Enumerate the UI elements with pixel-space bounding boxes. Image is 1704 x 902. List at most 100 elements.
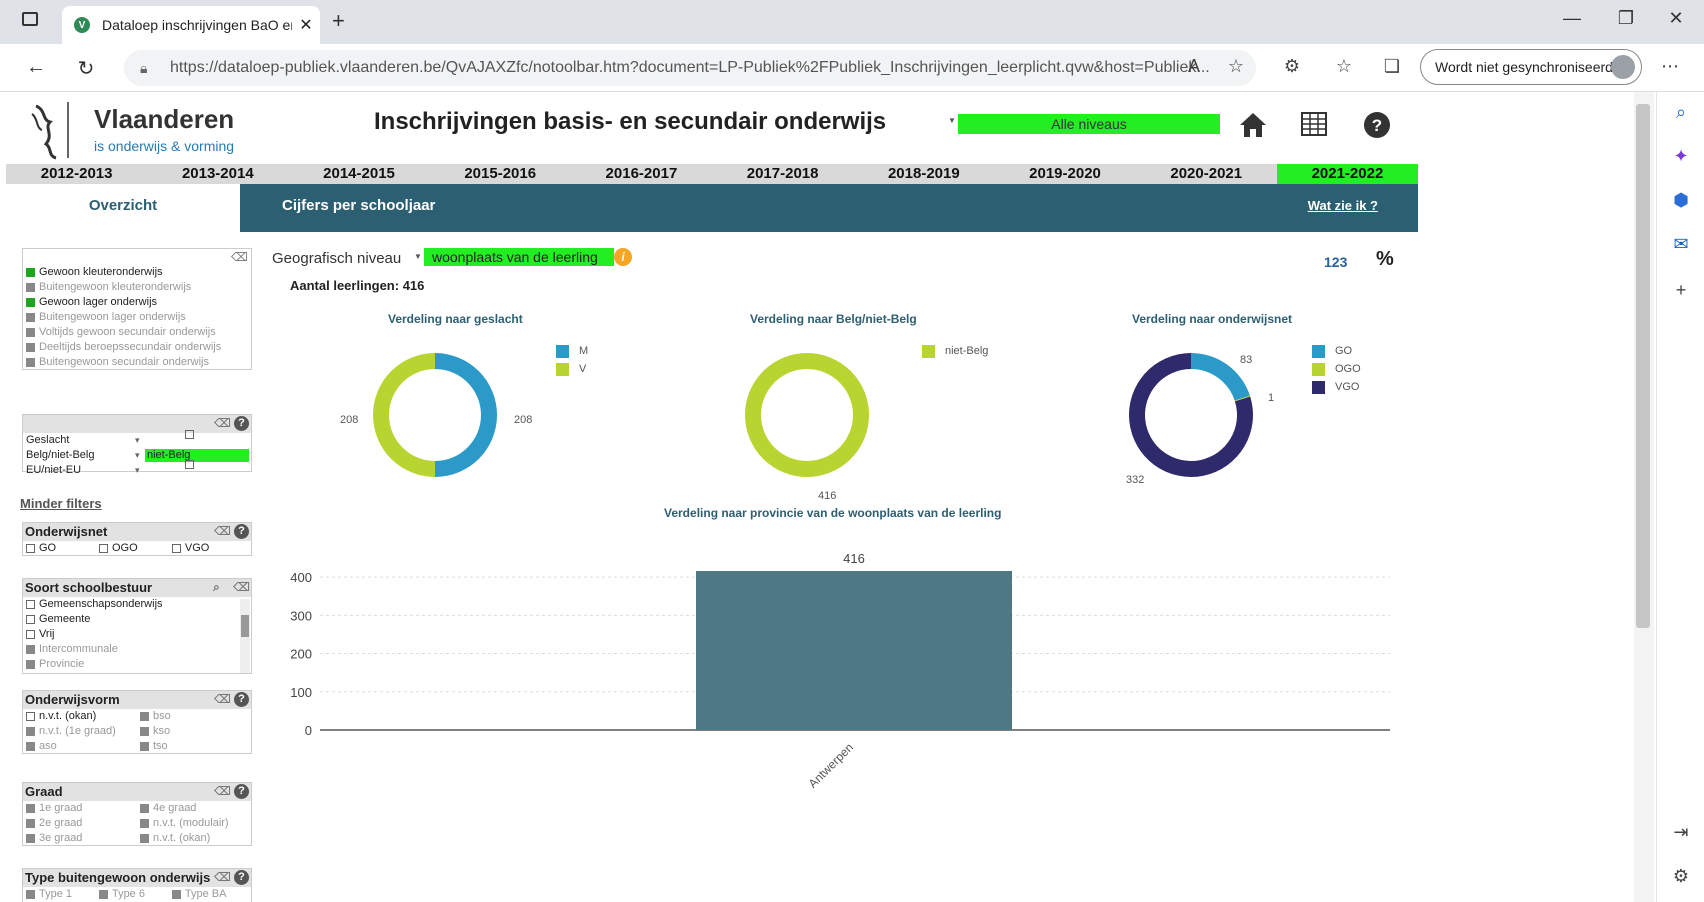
scrollbar-thumb[interactable] xyxy=(1636,104,1650,628)
list-item[interactable]: VGO xyxy=(169,541,242,556)
attribute-value[interactable] xyxy=(145,430,249,447)
help-icon[interactable]: ? xyxy=(234,416,249,431)
list-item[interactable]: Intercommunale xyxy=(23,642,251,657)
favorites-icon[interactable]: ☆ xyxy=(1330,56,1358,77)
list-item[interactable]: Gemeente xyxy=(23,612,251,627)
list-item[interactable]: Type 1 xyxy=(23,887,96,902)
browser-tab[interactable]: V Dataloep inschrijvingen BaO en S ✕ xyxy=(62,6,320,44)
legend-item[interactable]: GO xyxy=(1312,342,1361,360)
favorite-add-icon[interactable]: ☆ xyxy=(1222,56,1250,77)
list-item[interactable]: tso xyxy=(137,739,251,754)
clear-selection-icon[interactable]: ⌫ xyxy=(214,784,231,798)
donut-slice-V[interactable] xyxy=(373,353,435,477)
list-item[interactable]: 3e graad xyxy=(23,831,137,846)
bar-Antwerpen[interactable] xyxy=(696,570,1012,730)
year-tab[interactable]: 2020-2021 xyxy=(1136,164,1277,184)
list-item[interactable]: n.v.t. (okan) xyxy=(137,831,251,846)
search-icon[interactable]: ⌕ xyxy=(213,580,229,594)
checkbox[interactable] xyxy=(140,712,149,721)
checkbox[interactable] xyxy=(140,819,149,828)
checkbox[interactable] xyxy=(26,819,35,828)
legend-item[interactable]: niet-Belg xyxy=(922,342,988,360)
year-tab[interactable]: 2019-2020 xyxy=(994,164,1135,184)
checkbox[interactable] xyxy=(185,460,194,469)
year-tab[interactable]: 2018-2019 xyxy=(853,164,994,184)
outlook-icon[interactable]: ✉ xyxy=(1667,230,1695,258)
checkbox[interactable] xyxy=(26,544,35,553)
checkbox[interactable] xyxy=(171,890,181,899)
donut-slice-niet-Belg[interactable] xyxy=(745,353,869,477)
checkbox[interactable] xyxy=(26,268,35,277)
list-item[interactable]: Type BA xyxy=(169,887,242,902)
niveau-selector[interactable]: Alle niveaus xyxy=(958,114,1220,134)
list-item[interactable]: n.v.t. (modulair) xyxy=(137,816,251,831)
checkbox[interactable] xyxy=(26,283,35,292)
clear-selection-icon[interactable]: ⌫ xyxy=(231,250,248,264)
checkbox[interactable] xyxy=(185,430,194,439)
hide-sidebar-icon[interactable]: ⇥ xyxy=(1667,818,1695,846)
list-item[interactable]: 1e graad xyxy=(23,801,137,816)
list-item[interactable]: kso xyxy=(137,724,251,739)
clear-selection-icon[interactable]: ⌫ xyxy=(214,416,231,430)
year-tab[interactable]: 2017-2018 xyxy=(712,164,853,184)
list-item[interactable]: Gewoon kleuteronderwijs xyxy=(23,265,251,280)
profile-sync-button[interactable]: Wordt niet gesynchroniseerd xyxy=(1420,49,1642,85)
checkbox[interactable] xyxy=(26,600,35,609)
info-icon[interactable]: i xyxy=(614,248,632,266)
help-icon[interactable]: ? xyxy=(234,692,249,707)
list-item[interactable]: Buitengewoon lager onderwijs xyxy=(23,310,251,325)
year-tab[interactable]: 2015-2016 xyxy=(430,164,571,184)
donut-slice-M[interactable] xyxy=(435,353,497,477)
tab-actions-icon[interactable] xyxy=(22,12,38,26)
list-item[interactable]: Voltijds gewoon secundair onderwijs xyxy=(23,325,251,340)
attribute-value[interactable] xyxy=(145,460,249,477)
checkbox[interactable] xyxy=(26,712,35,721)
list-item[interactable]: n.v.t. (1e graad) xyxy=(23,724,137,739)
checkbox[interactable] xyxy=(26,630,35,639)
checkbox[interactable] xyxy=(26,615,35,624)
checkbox[interactable] xyxy=(98,544,108,553)
list-item[interactable]: Buitengewoon secundair onderwijs xyxy=(23,355,251,370)
checkbox[interactable] xyxy=(26,313,35,322)
year-tab[interactable]: 2012-2013 xyxy=(6,164,147,184)
read-aloud-icon[interactable]: A xyxy=(1180,56,1208,77)
list-item[interactable]: OGO xyxy=(96,541,169,556)
close-tab-icon[interactable]: ✕ xyxy=(292,15,320,35)
back-icon[interactable]: ← xyxy=(22,56,50,79)
year-tab[interactable]: 2014-2015 xyxy=(288,164,429,184)
list-item[interactable]: GO xyxy=(23,541,96,556)
checkbox[interactable] xyxy=(140,727,149,736)
clear-selection-icon[interactable]: ⌫ xyxy=(214,870,231,884)
list-item[interactable]: bso xyxy=(137,709,251,724)
list-item[interactable]: Type 6 xyxy=(96,887,169,902)
attribute-value[interactable]: niet-Belg xyxy=(145,449,249,462)
help-icon[interactable]: ? xyxy=(234,784,249,799)
checkbox[interactable] xyxy=(98,890,108,899)
year-tab[interactable]: 2021-2022 xyxy=(1276,164,1419,184)
checkbox[interactable] xyxy=(26,645,35,654)
clear-selection-icon[interactable]: ⌫ xyxy=(214,524,231,538)
niveau-dropdown-icon[interactable]: ▼ xyxy=(948,116,956,125)
list-item[interactable]: Vrij xyxy=(23,627,251,642)
extensions-icon[interactable]: ⚙ xyxy=(1278,56,1306,77)
tab-overzicht[interactable]: Overzicht xyxy=(6,184,240,232)
checkbox[interactable] xyxy=(140,804,149,813)
close-window-icon[interactable]: ✕ xyxy=(1656,8,1696,29)
checkbox[interactable] xyxy=(171,544,181,553)
legend-item[interactable]: V xyxy=(556,360,588,378)
restore-icon[interactable]: ❐ xyxy=(1606,8,1646,29)
list-item[interactable]: aso xyxy=(23,739,137,754)
wat-zie-ik-link[interactable]: Wat zie ik ? xyxy=(1308,184,1378,228)
more-menu-icon[interactable]: ⋯ xyxy=(1656,56,1684,77)
help-icon[interactable]: ? xyxy=(1360,108,1394,142)
sidebar-settings-icon[interactable]: ⚙ xyxy=(1667,862,1695,890)
year-tab[interactable]: 2013-2014 xyxy=(147,164,288,184)
list-item[interactable]: Buitengewoon kleuteronderwijs xyxy=(23,280,251,295)
dropdown-arrow-icon[interactable]: ▾ xyxy=(135,463,140,478)
minimize-icon[interactable]: — xyxy=(1552,8,1592,29)
list-item[interactable]: n.v.t. (okan) xyxy=(23,709,137,724)
checkbox[interactable] xyxy=(26,890,35,899)
list-item[interactable]: Provincie xyxy=(23,657,251,672)
list-scrollbar[interactable] xyxy=(240,599,250,673)
geo-level-selector[interactable]: woonplaats van de leerling xyxy=(424,248,614,266)
